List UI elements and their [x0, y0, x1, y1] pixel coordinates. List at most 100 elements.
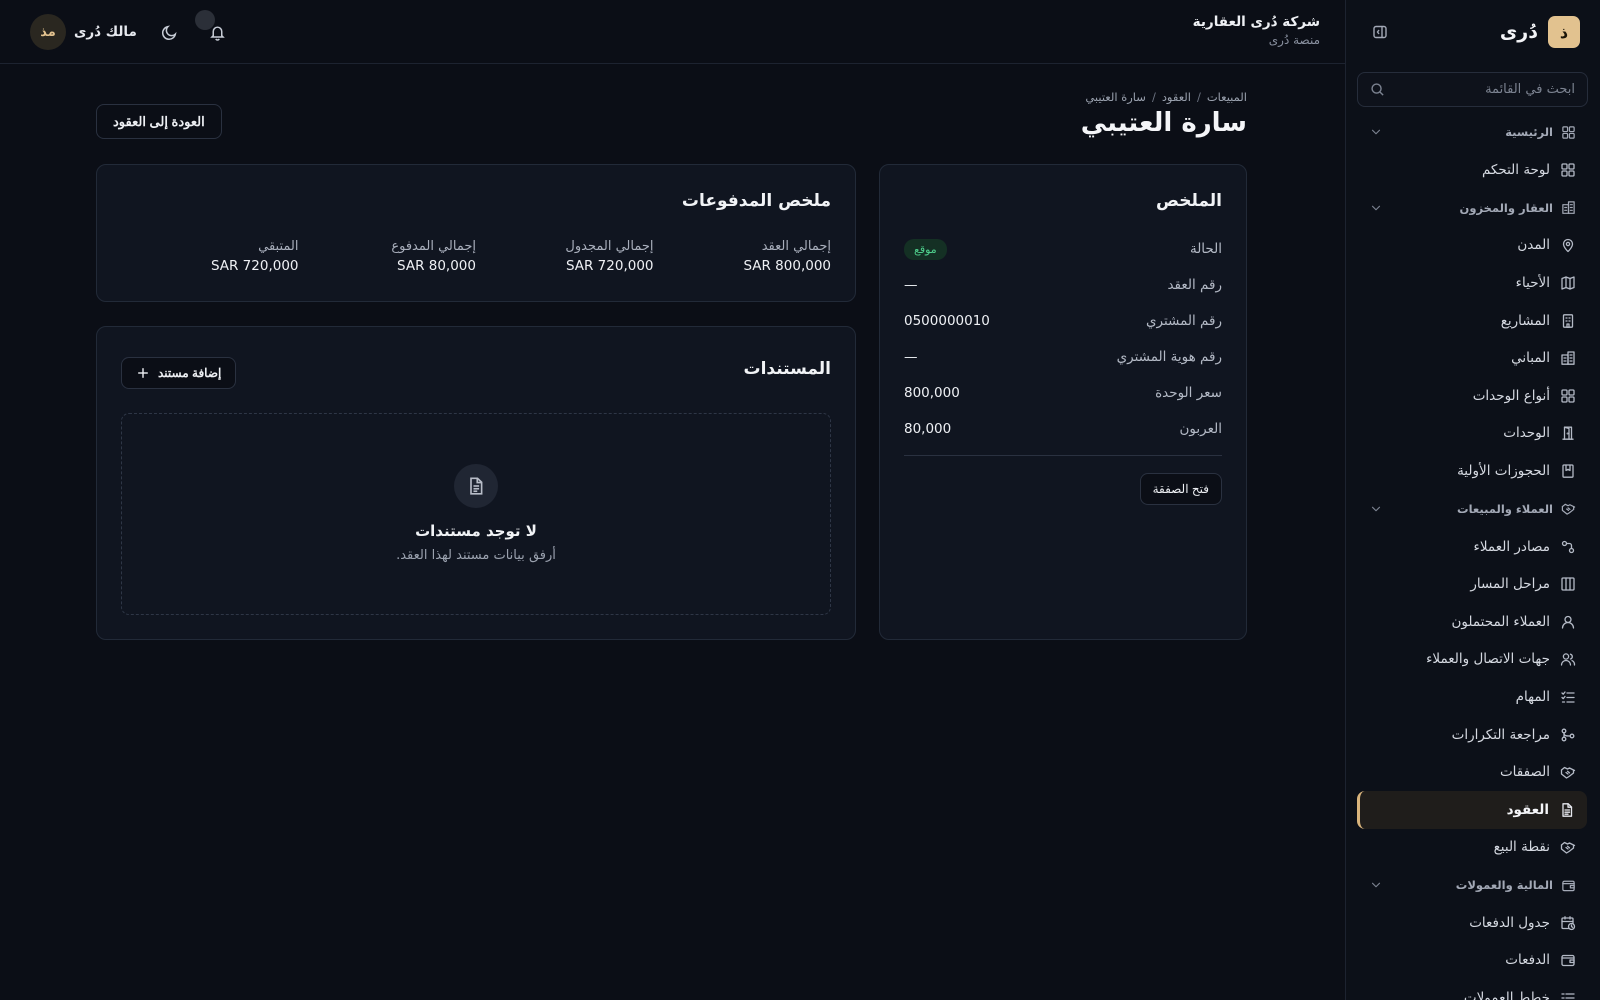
bell-icon[interactable]	[203, 18, 231, 46]
company-info: شركة دُرى العقارية منصة دُرى	[1193, 14, 1320, 47]
sidebar-item-label: الدفعات	[1505, 952, 1550, 969]
chevron-down-icon	[1369, 878, 1383, 892]
sidebar-item[interactable]: المدن	[1357, 227, 1588, 265]
sidebar-search[interactable]	[1357, 72, 1588, 107]
buildings-icon	[1561, 200, 1576, 215]
sidebar-item[interactable]: المشاريع	[1357, 302, 1588, 340]
open-deal-button[interactable]: فتح الصفقة	[1139, 473, 1222, 505]
summary-label: العربون	[1179, 421, 1222, 437]
sidebar-group[interactable]: الرئيسية	[1357, 113, 1588, 151]
tasks-icon	[1560, 689, 1576, 705]
map-pin-icon	[1560, 237, 1576, 253]
sidebar-item[interactable]: الدفعات	[1357, 942, 1588, 980]
sidebar-item[interactable]: خطط العمولات	[1357, 979, 1588, 1000]
summary-row-unit-price: سعر الوحدة 800,000	[904, 381, 1222, 405]
sidebar-group-label: الرئيسية	[1505, 125, 1553, 139]
brand-name: دُرى	[1499, 21, 1538, 43]
breadcrumb-contracts[interactable]: العقود	[1162, 90, 1191, 104]
user-menu[interactable]: مالك دُرى مذ	[30, 14, 137, 50]
documents-card: المستندات إضافة مستند لا توجد مستندات أر…	[96, 326, 856, 640]
sidebar-search-input[interactable]	[1393, 82, 1575, 97]
sidebar-item[interactable]: مراجعة التكرارات	[1357, 716, 1588, 754]
handshake-icon	[1560, 839, 1576, 855]
sidebar-group[interactable]: العقار والمخزون	[1357, 189, 1588, 227]
sidebar-item-label: العقود	[1506, 801, 1549, 818]
sidebar-group[interactable]: المالية والعمولات	[1357, 866, 1588, 904]
payment-stat-label: إجمالي المدفوع	[391, 239, 476, 254]
handshake-icon	[1561, 501, 1576, 516]
payment-stat-total-paid: إجمالي المدفوع 80,000 SAR	[299, 239, 476, 274]
payment-stat-label: إجمالي العقد	[761, 239, 831, 254]
summary-row-buyer-phone: رقم المشتري 0500000010	[904, 309, 1222, 333]
summary-label: سعر الوحدة	[1155, 385, 1222, 401]
sidebar-item-label: الوحدات	[1503, 425, 1550, 442]
sidebar-item-label: الحجوزات الأولية	[1457, 462, 1550, 479]
sidebar-item-label: نقطة البيع	[1493, 839, 1550, 856]
payments-grid: إجمالي العقد 800,000 SAR إجمالي المجدول …	[121, 239, 831, 274]
empty-state-subtitle: أرفق بيانات مستند لهذا العقد.	[396, 548, 556, 563]
sidebar-item[interactable]: نقطة البيع	[1357, 829, 1588, 867]
sidebar-item[interactable]: المهام	[1357, 678, 1588, 716]
payment-stat-total-scheduled: إجمالي المجدول 720,000 SAR	[476, 239, 653, 274]
source-icon	[1560, 539, 1576, 555]
sidebar-group-label: العملاء والمبيعات	[1457, 501, 1553, 516]
payments-summary-title: ملخص المدفوعات	[681, 191, 831, 211]
sidebar-item[interactable]: المباني	[1357, 339, 1588, 377]
summary-value: —	[904, 277, 918, 293]
summary-value: 0500000010	[904, 313, 990, 329]
sidebar-item[interactable]: أنواع الوحدات	[1357, 377, 1588, 415]
company-subtitle: منصة دُرى	[1268, 33, 1320, 47]
breadcrumb-sales[interactable]: المبيعات	[1207, 90, 1247, 104]
payment-stat-label: المتبقي	[258, 239, 299, 254]
dashboard-icon	[1560, 162, 1576, 178]
user-name: مالك دُرى	[74, 24, 137, 40]
sidebar-item-label: خطط العمولات	[1463, 990, 1550, 1000]
sidebar-item[interactable]: لوحة التحكم	[1357, 151, 1588, 189]
summary-row-deposit: العربون 80,000	[904, 417, 1222, 441]
sidebar-collapse-icon[interactable]	[1366, 18, 1394, 46]
breadcrumb-current: سارة العتيبي	[1085, 90, 1146, 104]
payment-stat-value: 800,000 SAR	[743, 258, 831, 274]
summary-label: الحالة	[1189, 241, 1222, 257]
sidebar-item[interactable]: جهات الاتصال والعملاء	[1357, 641, 1588, 679]
file-icon	[454, 464, 498, 508]
building-icon	[1560, 313, 1576, 329]
add-document-button[interactable]: إضافة مستند	[121, 357, 237, 389]
divider	[904, 455, 1222, 456]
sidebar-item-label: الصفقات	[1499, 764, 1550, 781]
sidebar-item-label: المباني	[1511, 350, 1550, 367]
add-document-label: إضافة مستند	[158, 366, 222, 380]
sidebar-item[interactable]: جدول الدفعات	[1357, 904, 1588, 942]
sidebar-item[interactable]: مصادر العملاء	[1357, 528, 1588, 566]
sidebar-item[interactable]: العملاء المحتملون	[1357, 603, 1588, 641]
dashboard-icon	[1561, 125, 1576, 140]
summary-value: —	[904, 349, 918, 365]
summary-row-contract-number: رقم العقد —	[904, 273, 1222, 297]
sidebar-item[interactable]: الحجوزات الأولية	[1357, 452, 1588, 490]
sidebar-item[interactable]: الصفقات	[1357, 753, 1588, 791]
sidebar-item[interactable]: مراحل المسار	[1357, 565, 1588, 603]
sidebar-group[interactable]: العملاء والمبيعات	[1357, 490, 1588, 528]
wallet-icon	[1560, 952, 1576, 968]
sidebar-item[interactable]: العقود	[1357, 790, 1587, 829]
buildings-icon	[1560, 350, 1576, 366]
chevron-down-icon	[1369, 201, 1383, 215]
summary-label: رقم العقد	[1167, 277, 1222, 293]
sidebar-item[interactable]: الوحدات	[1357, 415, 1588, 453]
users-icon	[1560, 651, 1576, 667]
chevron-down-icon	[1369, 502, 1383, 516]
sidebar-item[interactable]: الأحياء	[1357, 264, 1588, 302]
breadcrumb-separator: /	[1151, 90, 1156, 104]
empty-state-title: لا توجد مستندات	[415, 522, 537, 540]
summary-value: 800,000	[904, 385, 960, 401]
company-name: شركة دُرى العقارية	[1192, 14, 1320, 30]
sidebar-item-label: جهات الاتصال والعملاء	[1426, 651, 1550, 668]
back-to-contracts-button[interactable]: العودة إلى العقود	[96, 104, 222, 139]
sidebar-item-label: جدول الدفعات	[1469, 914, 1550, 931]
payment-stat-remaining: المتبقي 720,000 SAR	[121, 239, 299, 274]
handshake-icon	[1560, 764, 1576, 780]
document-icon	[1559, 802, 1575, 818]
sidebar: ذ دُرى الرئيسية لوحة التحكم العقار والمخزو…	[1345, 0, 1600, 1000]
moon-icon[interactable]	[155, 18, 183, 46]
sidebar-item-label: أنواع الوحدات	[1472, 387, 1550, 404]
